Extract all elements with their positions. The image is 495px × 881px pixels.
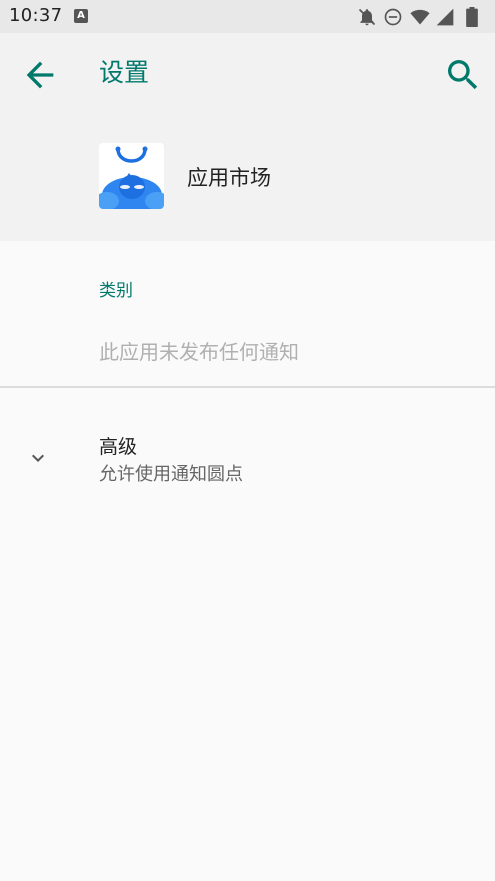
search-button[interactable]	[443, 55, 483, 95]
do-not-disturb-icon	[384, 8, 402, 26]
page-title: 设置	[99, 58, 150, 87]
app-name: 应用市场	[187, 166, 271, 190]
status-bar: 10:37 A	[0, 0, 495, 33]
wifi-icon	[410, 9, 430, 25]
battery-icon	[466, 7, 478, 27]
notifications-off-icon	[358, 8, 376, 26]
advanced-settings-row[interactable]: 高级 允许使用通知圆点	[0, 412, 495, 502]
advanced-subtitle: 允许使用通知圆点	[99, 464, 243, 485]
back-button[interactable]	[20, 55, 60, 95]
notification-a-icon: A	[74, 9, 88, 23]
chevron-down-icon	[32, 454, 44, 462]
app-store-logo	[99, 143, 164, 209]
app-icon	[99, 143, 164, 209]
advanced-title: 高级	[99, 436, 138, 458]
category-label: 类别	[99, 281, 133, 301]
search-icon	[448, 60, 478, 90]
arrow-back-icon	[26, 61, 54, 89]
app-header: 设置 应用市场	[0, 33, 495, 241]
no-notifications-text: 此应用未发布任何通知	[99, 340, 299, 364]
status-time: 10:37	[9, 5, 63, 26]
divider	[0, 386, 495, 388]
signal-icon	[436, 8, 454, 26]
